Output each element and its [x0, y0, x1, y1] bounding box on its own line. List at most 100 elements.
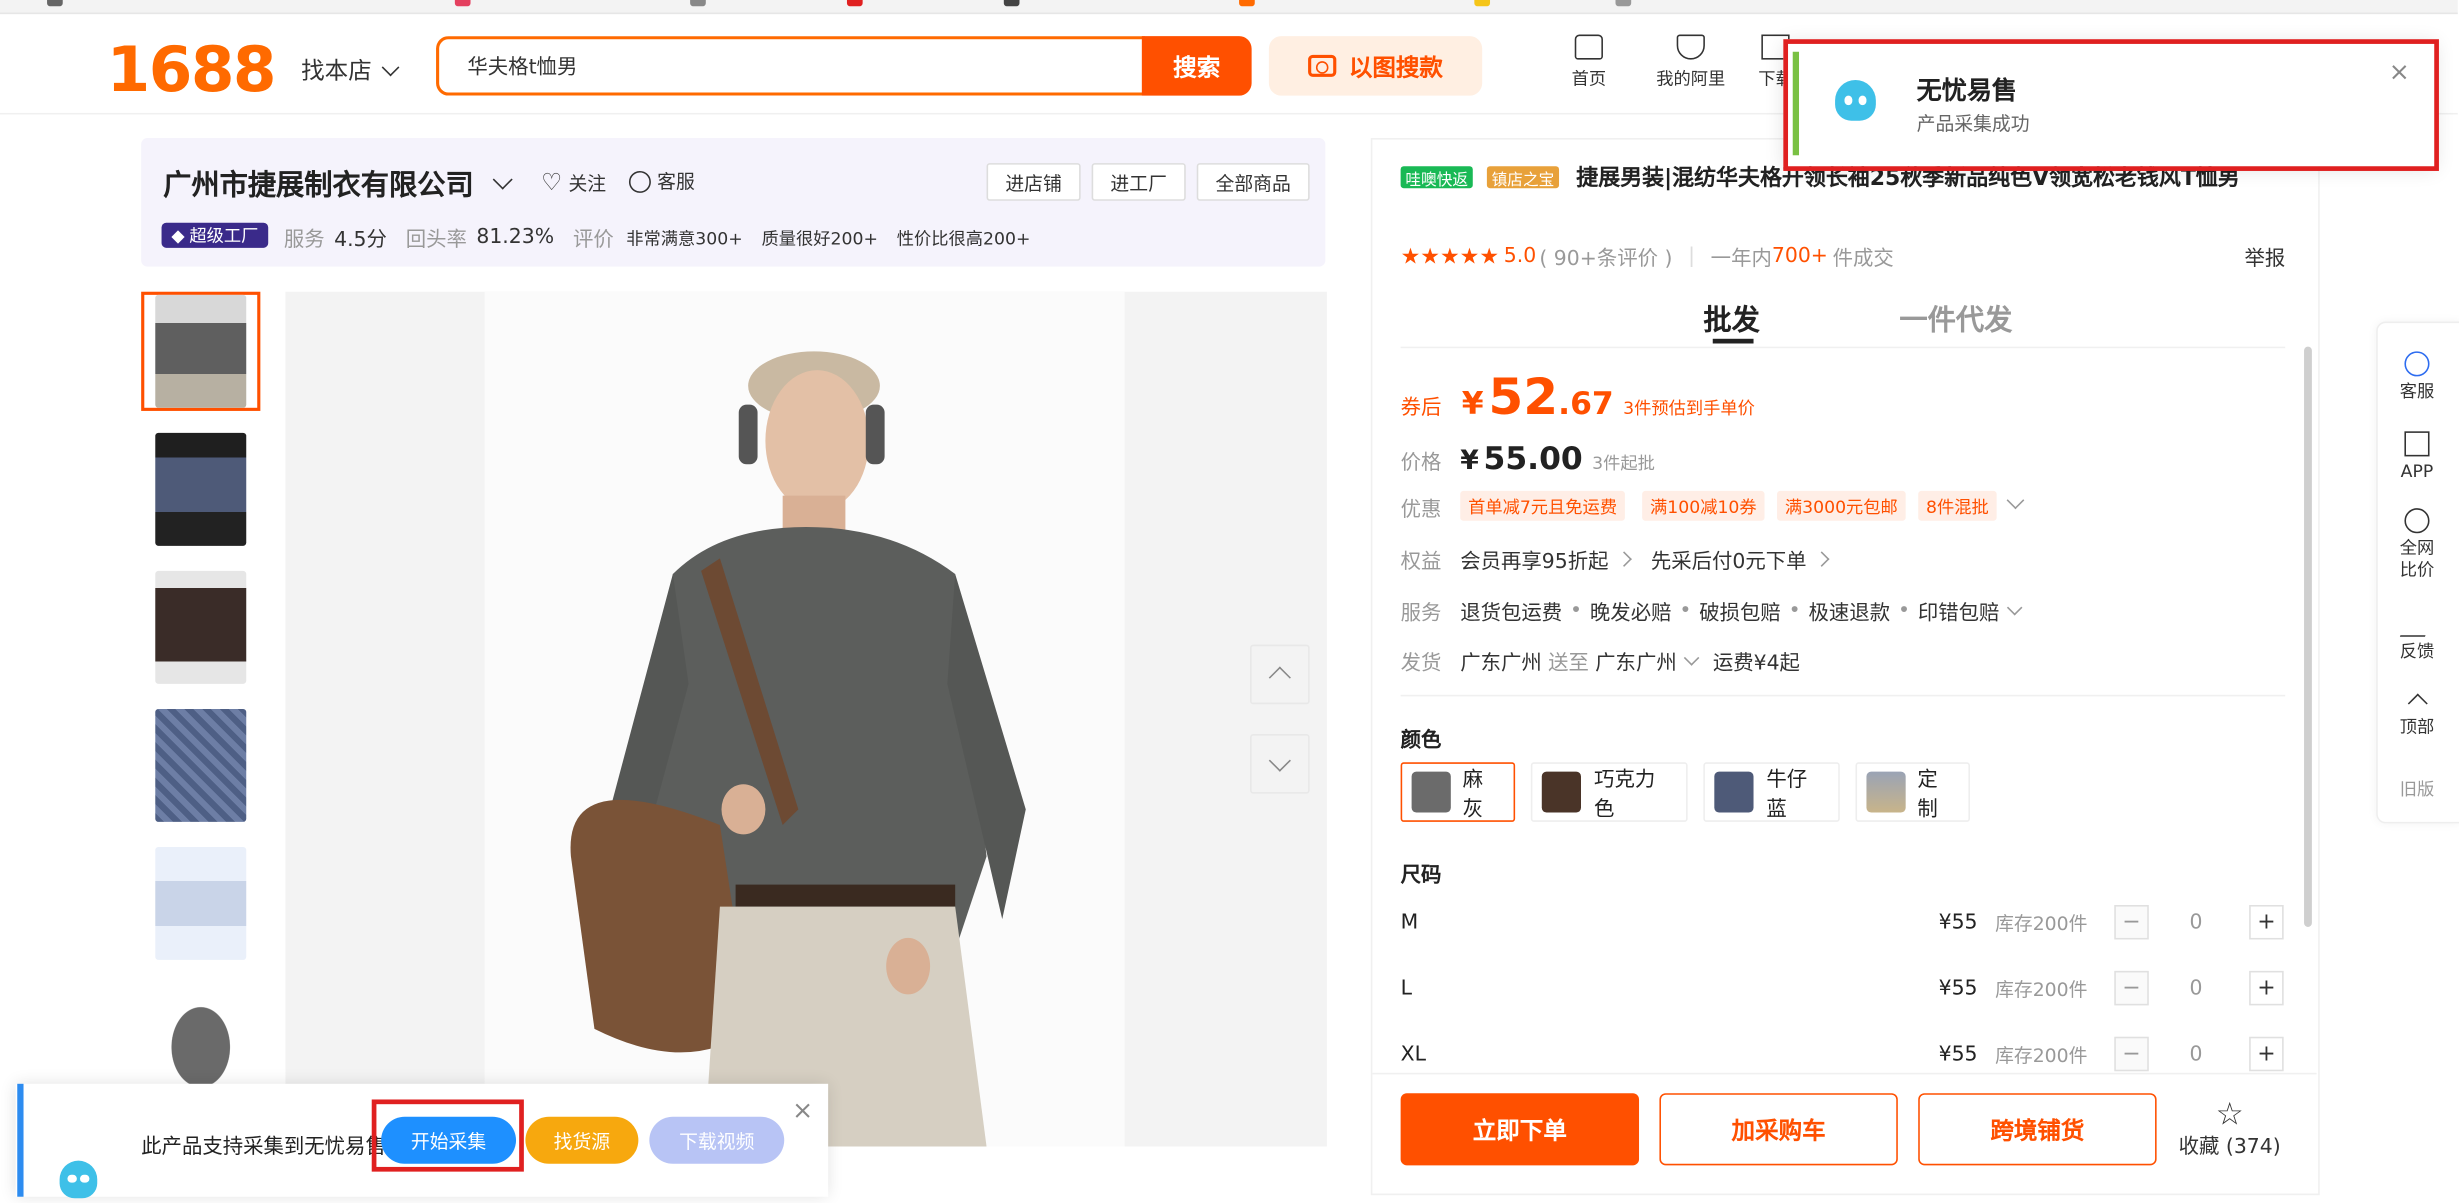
enter-factory-button[interactable]: 进工厂	[1091, 163, 1186, 201]
download-video-button[interactable]: 下载视频	[649, 1116, 785, 1164]
promo-tag[interactable]: 8件混批	[1918, 490, 1997, 521]
chevron-down-icon[interactable]	[1683, 650, 1700, 666]
color-option-denim[interactable]: 牛仔蓝	[1703, 762, 1840, 822]
image-prev-button[interactable]	[1250, 644, 1310, 705]
add-to-cart-button[interactable]: 加采购车	[1659, 1093, 1898, 1166]
size-stock: 库存200件	[1995, 1043, 2088, 1066]
sidebar-app[interactable]: APP	[2376, 431, 2458, 483]
service-item: 印错包赔	[1917, 602, 2000, 626]
qty-value[interactable]: 0	[2190, 976, 2203, 1000]
thumbnail-4[interactable]	[141, 706, 260, 825]
promo-tag[interactable]: 满3000元包邮	[1777, 490, 1906, 521]
qty-decrease-button[interactable]: −	[2114, 1036, 2149, 1072]
thumbnail-3[interactable]	[141, 568, 260, 687]
sidebar-app-label: APP	[2400, 461, 2434, 482]
rights-item[interactable]: 会员再享95折起	[1460, 544, 1608, 575]
follow-label: 关注	[568, 171, 607, 194]
sidebar-top[interactable]: 顶部	[2376, 690, 2458, 739]
bookmark-icon[interactable]	[454, 0, 471, 7]
thumbnail-2[interactable]	[141, 430, 260, 549]
find-shop-label: 找本店	[301, 56, 372, 85]
collect-button[interactable]: ☆ 收藏 (374)	[2179, 1098, 2281, 1159]
find-source-button[interactable]: 找货源	[525, 1116, 639, 1164]
sidebar-service-label: 客服	[2399, 381, 2435, 402]
qty-value[interactable]: 0	[2190, 910, 2203, 934]
review-count[interactable]: ( 90+条评价 )	[1539, 242, 1672, 272]
sidebar-service[interactable]: 客服	[2376, 351, 2458, 403]
panel-scrollbar[interactable]	[2304, 346, 2312, 927]
qty-increase-button[interactable]: +	[2249, 970, 2284, 1006]
cross-border-button[interactable]: 跨境铺货	[1918, 1093, 2157, 1166]
thumbnail-5[interactable]	[141, 844, 260, 963]
tab-wholesale[interactable]: 批发	[1703, 298, 1759, 339]
ship-label: 发货	[1400, 652, 1442, 677]
service-item: 破损包赔	[1699, 602, 1781, 626]
bookmark-icon[interactable]	[846, 0, 863, 7]
report-link[interactable]: 举报	[2244, 242, 2285, 272]
sidebar-old-version[interactable]: 旧版	[2376, 780, 2458, 802]
product-thumbnail-image	[155, 570, 247, 684]
image-next-button[interactable]	[1250, 734, 1310, 794]
size-row: L ¥55 库存200件 − 0 +	[1401, 966, 2289, 1010]
all-products-button[interactable]: 全部商品	[1196, 163, 1310, 201]
service-score: 4.5分	[334, 228, 387, 253]
promo-tag[interactable]: 满100减10券	[1642, 490, 1765, 521]
ship-to-label: 送至	[1548, 652, 1589, 677]
qty-decrease-button[interactable]: −	[2114, 904, 2149, 940]
sidebar-feedback-label: 反馈	[2399, 641, 2435, 662]
tab-dropship[interactable]: 一件代发	[1899, 298, 2012, 339]
search-input[interactable]	[439, 39, 1095, 90]
color-option-chocolate[interactable]: 巧克力色	[1530, 762, 1688, 822]
color-option-grey[interactable]: 麻灰	[1400, 762, 1516, 822]
image-search-button[interactable]: 以图搜款	[1268, 36, 1483, 96]
enter-store-button[interactable]: 进店铺	[986, 163, 1081, 201]
color-name: 定制	[1917, 768, 1938, 822]
qr-icon	[2404, 431, 2430, 457]
nav-my-ali[interactable]: 我的阿里	[1652, 34, 1730, 91]
search-button[interactable]: 搜索	[1141, 36, 1252, 96]
price: ¥ 55.00 3件起批	[1460, 439, 1655, 477]
qty-increase-button[interactable]: +	[2249, 1036, 2284, 1072]
bookmark-icon[interactable]	[690, 0, 706, 7]
thumbnail-1[interactable]	[141, 291, 261, 411]
service-row[interactable]: 退货包运费 • 晚发必赔 • 破损包赔 • 极速退款 • 印错包赔	[1460, 596, 2035, 626]
sidebar-compare[interactable]: 全网比价	[2376, 508, 2458, 582]
shield-icon	[1676, 34, 1705, 60]
buy-now-button[interactable]: 立即下单	[1400, 1093, 1640, 1166]
rights-item[interactable]: 先采后付0元下单	[1651, 544, 1807, 575]
nav-home[interactable]: 首页	[1564, 34, 1614, 91]
bookmark-icon[interactable]	[1615, 0, 1632, 7]
qty-increase-button[interactable]: +	[2249, 904, 2284, 940]
find-shop-dropdown[interactable]: 找本店	[301, 53, 400, 86]
size-stock: 库存200件	[1995, 977, 2088, 1000]
home-icon	[1574, 34, 1603, 60]
color-swatch	[1411, 771, 1451, 813]
close-icon[interactable]: ×	[792, 1095, 813, 1125]
ship-to-select[interactable]: 广东广州	[1595, 646, 1677, 676]
review-tag: 非常满意300+	[626, 228, 743, 249]
bookmark-icon[interactable]	[1003, 0, 1020, 7]
bookmark-icon[interactable]	[1474, 0, 1491, 7]
qty-value[interactable]: 0	[2190, 1042, 2203, 1066]
size-row: M ¥55 库存200件 − 0 +	[1401, 900, 2289, 944]
service-link-label: 客服	[657, 170, 695, 193]
collect-count: (374)	[2225, 1135, 2281, 1160]
color-option-custom[interactable]: 定制	[1855, 762, 1970, 822]
shop-name[interactable]: 广州市捷展制衣有限公司	[163, 163, 474, 204]
logo[interactable]: 1688	[107, 35, 277, 107]
product-thumbnail-image	[155, 984, 247, 1098]
chevron-down-icon	[2006, 600, 2023, 616]
plugin-message: 此产品支持采集到无忧易售	[141, 1135, 386, 1160]
follow-button[interactable]: ♡ 关注	[541, 168, 606, 196]
customer-service-link[interactable]: 客服	[628, 168, 695, 195]
model-figure	[570, 351, 1026, 1147]
bookmark-icon[interactable]	[1239, 0, 1255, 7]
color-title: 颜色	[1400, 729, 1442, 753]
bookmarks-bar	[0, 0, 2458, 15]
star-icon: ☆	[2215, 1094, 2244, 1133]
bookmark-icon[interactable]	[47, 0, 63, 7]
qty-decrease-button[interactable]: −	[2114, 970, 2149, 1006]
sidebar-feedback[interactable]: 反馈	[2376, 611, 2458, 664]
promo-tag[interactable]: 首单减7元且免运费	[1460, 490, 1625, 521]
repurchase-label: 回头率	[405, 228, 467, 253]
